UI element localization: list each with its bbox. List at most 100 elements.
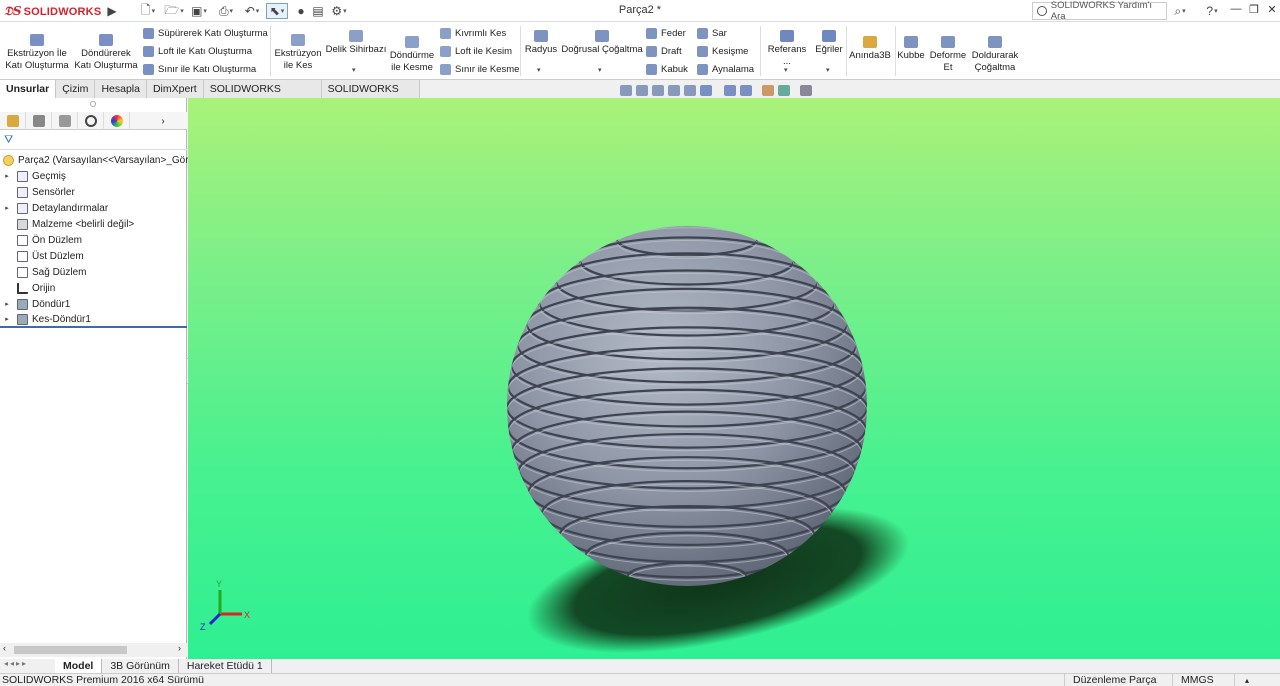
expand-menu-icon[interactable]: ▶	[107, 3, 116, 19]
zoom-to-area-icon[interactable]	[636, 84, 648, 96]
tree-item-revolve1[interactable]: ▸ Döndür1	[0, 296, 187, 312]
open-folder-icon[interactable]: 🗁 ▾	[163, 3, 185, 19]
edit-appearance-icon[interactable]	[762, 84, 774, 96]
triad-z-label: Z	[200, 622, 206, 632]
file-properties-icon[interactable]: ▤	[311, 3, 325, 19]
hole-wizard-button[interactable]: Delik Sihirbazı	[325, 30, 387, 56]
tab-mbd[interactable]: SOLIDWORKS MBD	[321, 80, 420, 113]
color-wheel-icon	[110, 115, 123, 127]
panel-horizontal-scrollbar[interactable]: ‹ ›	[0, 643, 187, 657]
extrude-boss-button[interactable]: Ekstrüzyon İle Katı Oluşturma	[4, 34, 70, 72]
tab-motion-study[interactable]: Hareket Etüdü 1	[179, 659, 272, 673]
tab-3d-view[interactable]: 3B Görünüm	[102, 659, 179, 673]
tree-item-front-plane[interactable]: Ön Düzlem	[0, 232, 187, 248]
panel-grip-icon[interactable]	[90, 101, 96, 107]
intersect-button[interactable]: Kesişme	[697, 46, 748, 57]
deform-icon	[941, 36, 955, 48]
tree-item-annotations[interactable]: ▸ Detaylandırmalar	[0, 200, 187, 216]
tree-item-cut-revolve1[interactable]: ▸ Kes-Döndür1	[0, 312, 187, 328]
reference-dropdown[interactable]: ▾	[784, 66, 788, 74]
revolved-cut-button[interactable]: Döndürme ile Kesme	[388, 36, 436, 74]
origin-icon	[17, 282, 28, 294]
tab-scroll-arrows-icon[interactable]: ◂◂▸▸	[0, 659, 55, 673]
instant3d-button[interactable]: Anında3B	[848, 36, 892, 62]
tab-sketch[interactable]: Çizim	[56, 80, 96, 98]
section-view-icon[interactable]	[668, 84, 680, 96]
extrude-cut-button[interactable]: Ekstrüzyon ile Kes	[273, 34, 323, 72]
options-gear-icon[interactable]: ⚙ ▾	[328, 3, 350, 19]
restore-button[interactable]: ❐	[1244, 3, 1264, 19]
hide-show-items-icon[interactable]	[740, 84, 752, 96]
fill-pattern-button[interactable]: Doldurarak Çoğaltma	[970, 36, 1020, 74]
rebuild-icon[interactable]: ●	[295, 3, 307, 19]
dome-button[interactable]: Kubbe	[896, 36, 926, 62]
tree-item-origin[interactable]: Orijin	[0, 280, 187, 296]
undo-icon[interactable]: ↶ ▾	[241, 3, 263, 19]
tab-features[interactable]: Unsurlar	[0, 80, 57, 98]
status-units[interactable]: MMGS	[1172, 674, 1214, 686]
shell-button[interactable]: Kabuk	[646, 64, 688, 75]
panel-next-arrow-icon[interactable]: ›	[150, 112, 176, 130]
tab-dimxpert[interactable]: DimXpert	[146, 80, 204, 98]
close-button[interactable]: ✕	[1262, 3, 1280, 19]
mirror-button[interactable]: Aynalama	[697, 64, 754, 75]
hole-wizard-dropdown[interactable]: ▾	[352, 66, 356, 74]
swept-cut-button[interactable]: Kıvrımlı Kes	[440, 28, 506, 39]
tree-item-right-plane[interactable]: Sağ Düzlem	[0, 264, 187, 280]
units-dropdown-icon[interactable]: ▴	[1234, 674, 1249, 686]
property-manager-tab[interactable]	[26, 112, 52, 130]
tree-item-sensors[interactable]: Sensörler	[0, 184, 187, 200]
curves-dropdown[interactable]: ▾	[826, 66, 830, 74]
previous-view-icon[interactable]	[652, 84, 664, 96]
view-settings-icon[interactable]	[800, 84, 812, 96]
minimize-button[interactable]: —	[1226, 3, 1246, 19]
sweep-boss-button[interactable]: Süpürerek Katı Oluşturma	[143, 28, 268, 39]
lofted-cut-button[interactable]: Loft ile Kesim	[440, 46, 512, 57]
tab-model[interactable]: Model	[55, 659, 103, 673]
revolve-boss-button[interactable]: Döndürerek Katı Oluşturma	[72, 34, 140, 72]
tree-root-part[interactable]: Parça2 (Varsayılan<<Varsayılan>_Görün	[0, 152, 200, 168]
tab-addins[interactable]: SOLIDWORKS Eklentileri	[203, 80, 322, 113]
new-document-icon[interactable]: 🗋 ▾	[138, 3, 158, 19]
help-search-input[interactable]: SOLIDWORKS Yardım'ı Ara	[1032, 0, 1167, 22]
tree-item-material[interactable]: Malzeme <belirli değil>	[0, 216, 187, 232]
fillet-button[interactable]: Radyus	[523, 30, 559, 56]
separator	[270, 26, 271, 76]
linear-pattern-button[interactable]: Doğrusal Çoğaltma	[561, 30, 643, 56]
tab-evaluate[interactable]: Hesapla	[95, 80, 147, 98]
rib-button[interactable]: Feder	[646, 28, 686, 39]
linear-pattern-dropdown[interactable]: ▾	[598, 66, 602, 74]
display-style-icon[interactable]	[724, 84, 736, 96]
graphics-area[interactable]: ⧉ ▭ — ❐ ✕ X Y Z	[188, 98, 1280, 659]
feature-manager-tab[interactable]	[0, 112, 26, 130]
boundary-cut-button[interactable]: Sınır ile Kesme	[440, 64, 519, 75]
scroll-thumb[interactable]	[14, 646, 127, 654]
solidworks-logo[interactable]: 𝔇S SOLIDWORKS	[4, 3, 104, 20]
select-arrow-icon[interactable]: ⬉ ▾	[266, 3, 288, 19]
wrap-button[interactable]: Sar	[697, 28, 727, 39]
tree-filter[interactable]: ⛛	[0, 132, 187, 150]
apply-scene-icon[interactable]	[778, 84, 790, 96]
dimxpert-manager-tab[interactable]	[78, 112, 104, 130]
view-orientation-icon[interactable]	[700, 84, 712, 96]
display-manager-tab[interactable]	[104, 112, 130, 130]
reference-geometry-button[interactable]: Referans ...	[763, 30, 811, 68]
configuration-manager-tab[interactable]	[52, 112, 78, 130]
draft-button[interactable]: Draft	[646, 46, 682, 57]
intersect-icon	[697, 46, 708, 57]
print-icon[interactable]: ⎙ ▾	[215, 3, 237, 19]
fillet-dropdown[interactable]: ▾	[537, 66, 541, 74]
tree-item-top-plane[interactable]: Üst Düzlem	[0, 248, 187, 264]
curves-button[interactable]: Eğriler	[814, 30, 844, 56]
extrude-icon	[30, 34, 44, 46]
loft-boss-button[interactable]: Loft ile Katı Oluşturma	[143, 46, 252, 57]
help-icon[interactable]: ? ▾	[1203, 3, 1221, 19]
search-button-icon[interactable]: ⌕ ▾	[1170, 3, 1190, 19]
save-icon[interactable]: ▣ ▾	[189, 3, 209, 19]
dynamic-annotation-icon[interactable]	[684, 84, 696, 96]
tree-item-history[interactable]: ▸ Geçmiş	[0, 168, 187, 184]
boundary-boss-button[interactable]: Sınır ile Katı Oluşturma	[143, 64, 256, 75]
material-icon	[17, 218, 28, 230]
deform-button[interactable]: Deforme Et	[928, 36, 968, 74]
zoom-to-fit-icon[interactable]	[620, 84, 632, 96]
